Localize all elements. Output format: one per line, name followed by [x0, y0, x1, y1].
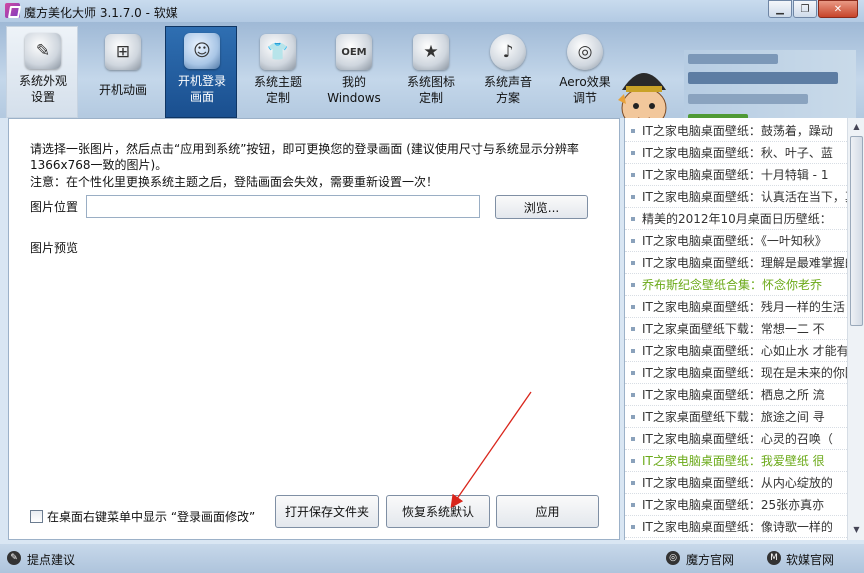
annotation-arrow	[450, 391, 532, 509]
feedback-icon[interactable]: ✎	[7, 551, 21, 565]
app-window: 魔方美化大师 3.1.7.0 - 软媒 ▁ ❐ ✕ ✎ 系统外观 设置 ⊞ 开机…	[0, 0, 864, 573]
ruanmei-site-link[interactable]: 软媒官网	[786, 551, 834, 568]
mofang-site-link[interactable]: 魔方官网	[686, 551, 734, 568]
mofang-logo-icon[interactable]: ◎	[666, 551, 680, 565]
ruanmei-logo-icon[interactable]: M	[767, 551, 781, 565]
status-bar: ✎ 提点建议 ◎ 魔方官网 M 软媒官网	[0, 544, 864, 573]
feedback-link[interactable]: 提点建议	[27, 551, 75, 568]
